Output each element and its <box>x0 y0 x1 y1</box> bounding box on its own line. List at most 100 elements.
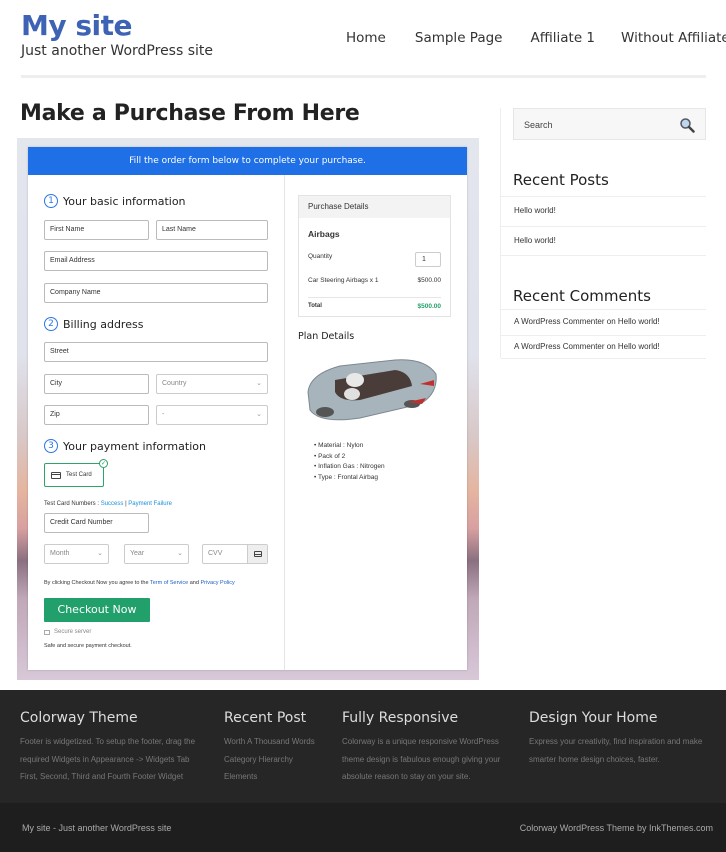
line-item-price: $500.00 <box>417 277 442 284</box>
country-select-value: Country <box>162 380 187 387</box>
footer-col-text: Colorway is a unique responsive WordPres… <box>342 733 500 786</box>
footer-text-line: absolute reason to stay on your site. <box>342 772 471 781</box>
terms-prefix: By clicking Checkout Now you agree to th… <box>44 580 149 586</box>
footer-widgets: Colorway Theme Footer is widgetized. To … <box>0 690 726 803</box>
chevron-down-icon: ⌄ <box>256 380 262 387</box>
test-card-option[interactable]: Test Card ✓ <box>44 459 108 487</box>
search-input[interactable]: Search <box>513 108 706 140</box>
credit-card-icon <box>51 471 61 479</box>
plan-feature: • Inflation Gas : Nitrogen <box>314 463 385 470</box>
recent-comment-link[interactable]: A WordPress Commenter on Hello world! <box>501 335 706 359</box>
street-input[interactable]: Street <box>44 342 268 362</box>
test-card-numbers-label: Test Card Numbers : <box>44 501 100 507</box>
feature-text: Inflation Gas : Nitrogen <box>318 463 385 470</box>
search-icon[interactable] <box>679 117 695 133</box>
checkout-now-button[interactable]: Checkout Now <box>44 598 150 622</box>
footer-col-text: Footer is widgetized. To setup the foote… <box>20 733 195 786</box>
step-number-2: 2 <box>44 317 58 331</box>
line-item-label: Car Steering Airbags x 1 <box>308 277 379 284</box>
purchase-details-title: Purchase Details <box>299 196 450 218</box>
quantity-label: Quantity <box>308 253 333 260</box>
page-title: Make a Purchase From Here <box>20 101 360 126</box>
footer-text-line: required Widgets in Appearance -> Widget… <box>20 754 190 764</box>
site-tagline: Just another WordPress site <box>21 43 214 59</box>
footer-post-link[interactable]: Elements <box>224 768 315 786</box>
check-icon: ✓ <box>99 459 108 468</box>
purchase-divider <box>308 297 441 298</box>
footer-text-line: Footer is widgetized. To setup the foote… <box>20 737 196 746</box>
last-name-input[interactable]: Last Name <box>156 220 268 240</box>
feature-text: Pack of 2 <box>318 452 346 460</box>
terms-text: By clicking Checkout Now you agree to th… <box>44 580 235 586</box>
footer-col-title: Colorway Theme <box>20 710 138 726</box>
search-placeholder: Search <box>524 120 553 130</box>
total-label: Total <box>308 303 322 309</box>
cvv-placeholder: CVV <box>208 550 223 557</box>
recent-comment-link[interactable]: A WordPress Commenter on Hello world! <box>501 309 706 335</box>
chevron-down-icon: ⌄ <box>177 550 183 557</box>
product-name: Airbags <box>308 229 340 239</box>
chevron-down-icon: ⌄ <box>97 550 103 557</box>
site-title[interactable]: My site <box>21 9 133 42</box>
cvv-input[interactable]: CVV <box>202 544 268 564</box>
footer-post-link[interactable]: Category Hierarchy <box>224 751 315 769</box>
recent-comments-title: Recent Comments <box>513 287 651 305</box>
terms-of-service-link[interactable]: Term of Service <box>150 580 188 586</box>
step-number-1: 1 <box>44 194 58 208</box>
terms-and: and <box>189 580 199 586</box>
nav-home[interactable]: Home <box>346 30 386 46</box>
copyright-left[interactable]: My site - Just another WordPress site <box>22 823 171 833</box>
footer-col-links: Worth A Thousand Words Category Hierarch… <box>224 733 315 786</box>
copyright-right[interactable]: Colorway WordPress Theme by InkThemes.co… <box>520 823 713 833</box>
nav-affiliate-1[interactable]: Affiliate 1 <box>530 30 595 46</box>
quantity-input[interactable]: 1 <box>415 252 441 267</box>
plan-details-title: Plan Details <box>298 331 355 342</box>
section-title: Billing address <box>63 317 144 331</box>
section-payment: 3 Your payment information <box>44 439 206 453</box>
company-input[interactable]: Company Name <box>44 283 268 303</box>
country-select[interactable]: Country ⌄ <box>156 374 268 394</box>
success-link[interactable]: Success <box>101 501 124 507</box>
section-title: Your basic information <box>63 194 186 208</box>
state-select[interactable]: - ⌄ <box>156 405 268 425</box>
safe-checkout-text: Safe and secure payment checkout. <box>44 643 132 649</box>
credit-card-number-input[interactable]: Credit Card Number <box>44 513 149 533</box>
first-name-input[interactable]: First Name <box>44 220 149 240</box>
link-separator: | <box>125 501 127 507</box>
section-title: Your payment information <box>63 439 206 453</box>
plan-feature: • Type : Frontal Airbag <box>314 473 378 481</box>
payment-failure-link[interactable]: Payment Failure <box>128 501 172 507</box>
cvv-card-icon <box>247 545 267 563</box>
nav-sample-page[interactable]: Sample Page <box>415 30 503 46</box>
footer-text-line: Colorway is a unique responsive WordPres… <box>342 737 499 746</box>
month-select-value: Month <box>50 550 70 557</box>
city-input[interactable]: City <box>44 374 149 394</box>
order-form-card: Fill the order form below to complete yo… <box>28 147 467 670</box>
month-select[interactable]: Month ⌄ <box>44 544 109 564</box>
year-select[interactable]: Year ⌄ <box>124 544 189 564</box>
purchase-details-box: Purchase Details Airbags Quantity 1 Car … <box>298 195 451 317</box>
state-select-value: - <box>162 411 165 418</box>
footer-col-title: Design Your Home <box>529 710 658 726</box>
footer-post-link[interactable]: Worth A Thousand Words <box>224 733 315 751</box>
year-select-value: Year <box>130 550 145 557</box>
footer-bottom-bar: My site - Just another WordPress site Co… <box>0 803 726 852</box>
secure-server: Secure server <box>44 628 91 635</box>
privacy-policy-link[interactable]: Privacy Policy <box>200 580 234 586</box>
footer-col-text: Express your creativity, find inspiratio… <box>529 733 702 768</box>
recent-post-link[interactable]: Hello world! <box>501 196 706 226</box>
main-nav: Home Sample Page Affiliate 1 Without Aff… <box>346 30 726 46</box>
footer-col-title: Fully Responsive <box>342 710 459 726</box>
plan-feature: • Material : Nylon <box>314 442 364 449</box>
footer-text-line: smarter home design choices, faster. <box>529 754 660 764</box>
test-card-label: Test Card <box>66 472 92 478</box>
email-input[interactable]: Email Address <box>44 251 268 271</box>
zip-input[interactable]: Zip <box>44 405 149 425</box>
plan-feature: • Pack of 2 <box>314 452 346 460</box>
section-billing: 2 Billing address <box>44 317 143 331</box>
nav-without-affiliate[interactable]: Without Affiliate <box>621 30 726 46</box>
feature-text: Material : Nylon <box>318 442 364 449</box>
footer-text-line: First, Second, Third and Fourth Footer W… <box>20 772 184 781</box>
recent-post-link[interactable]: Hello world! <box>501 226 706 256</box>
step-number-3: 3 <box>44 439 58 453</box>
